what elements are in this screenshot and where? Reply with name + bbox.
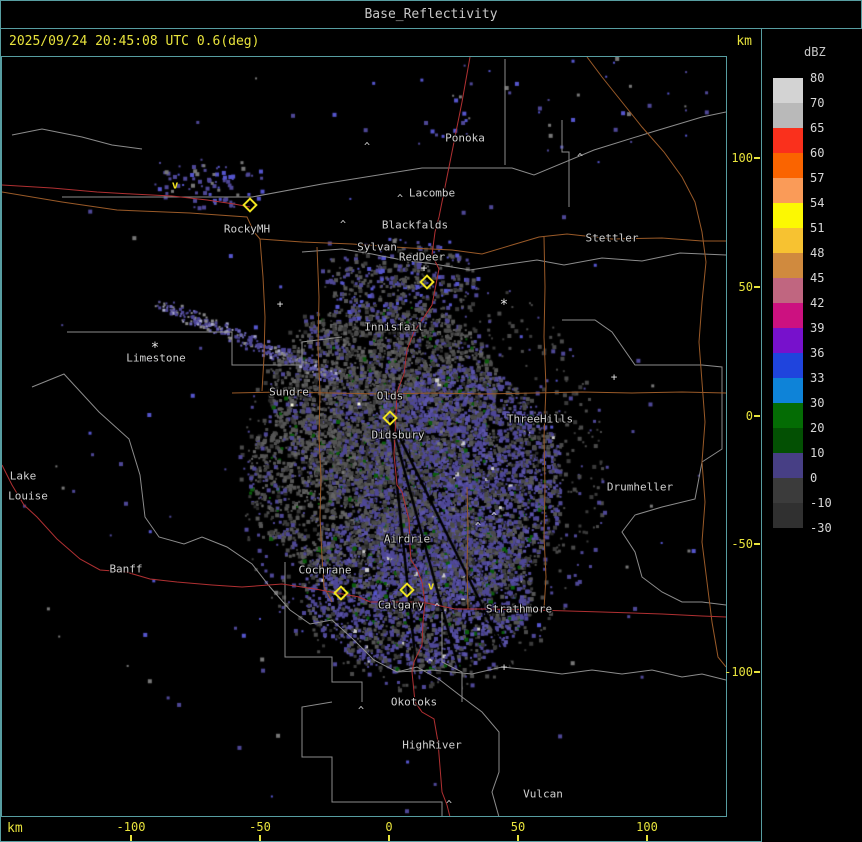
scan-timestamp: 2025/09/24 20:45:08 UTC 0.6(deg) [9, 34, 259, 49]
colorbar-tick-label: 60 [810, 146, 824, 160]
colorbar-tick-label: 20 [810, 421, 824, 435]
colorbar-tick-label: 0 [810, 471, 817, 485]
city-label-reddeer: RedDeer [399, 251, 445, 264]
radar-app-window: Base_Reflectivity 2025/09/24 20:45:08 UT… [0, 0, 862, 842]
city-label-innisfail: Innisfail [364, 321, 424, 334]
city-label-layer: Ponoka Lacombe Blackfalds SylvanRedDeer Stet… [2, 57, 726, 816]
city-label-lacombe: Lacombe [409, 187, 455, 200]
colorbar-tick-label: -10 [810, 496, 832, 510]
colorbar-tick-label: 51 [810, 221, 824, 235]
city-label-threehills: ThreeHills [507, 413, 573, 426]
colorbar-block [773, 153, 803, 178]
colorbar-block [773, 353, 803, 378]
city-label-calgary: Calgary [378, 599, 424, 612]
city-label-limestone: Limestone [126, 352, 186, 365]
city-label-blackfalds: Blackfalds [382, 219, 448, 232]
colorbar-tick-label: 45 [810, 271, 824, 285]
city-label-didsbury: Didsbury [372, 429, 425, 442]
title-bar: Base_Reflectivity [1, 1, 861, 29]
colorbar-block [773, 378, 803, 403]
bottom-axis-tick-label: -50 [249, 820, 271, 834]
colorbar-tick-label: 30 [810, 396, 824, 410]
colorbar-tick-label: 10 [810, 446, 824, 460]
right-axis-tick [754, 671, 760, 673]
city-label-rockymh: RockyMH [224, 223, 270, 236]
colorbar-block [773, 78, 803, 103]
colorbar-block [773, 403, 803, 428]
city-label-sylvan: Sylvan [357, 241, 397, 254]
colorbar-tick-label: 65 [810, 121, 824, 135]
right-axis-tick-label: 100 [731, 151, 753, 165]
bottom-axis-unit: km [7, 821, 23, 836]
colorbar-tick-label: 57 [810, 171, 824, 185]
colorbar-tick-label: 42 [810, 296, 824, 310]
window-title: Base_Reflectivity [364, 7, 497, 22]
bottom-axis-tick [259, 835, 261, 841]
right-axis-tick [754, 543, 760, 545]
colorbar-block [773, 503, 803, 528]
bottom-axis-tick-label: 0 [385, 820, 392, 834]
right-axis-unit-label: km [736, 34, 752, 49]
bottom-axis-tick [517, 835, 519, 841]
colorbar-block [773, 253, 803, 278]
colorbar-tick-label: 80 [810, 71, 824, 85]
city-label-drumheller: Drumheller [607, 481, 673, 494]
colorbar-panel: dBZ 80 70 65 60 57 54 51 48 45 42 39 36 33 30 20 10 0 -10… [761, 29, 862, 842]
city-label-airdrie: Airdrie [384, 533, 430, 546]
city-label-vulcan: Vulcan [523, 788, 563, 801]
header-row: 2025/09/24 20:45:08 UTC 0.6(deg) km [1, 29, 760, 55]
colorbar-block [773, 428, 803, 453]
city-label-lake: Lake [10, 470, 37, 483]
colorbar-block [773, 328, 803, 353]
city-label-strathmore: Strathmore [486, 603, 552, 616]
city-label-okotoks: Okotoks [391, 696, 437, 709]
colorbar-block [773, 128, 803, 153]
city-label-cochrane: Cochrane [299, 564, 352, 577]
bottom-axis-tick-label: 50 [511, 820, 525, 834]
colorbar-tick-label: 48 [810, 246, 824, 260]
colorbar-tick-label: 36 [810, 346, 824, 360]
city-label-banff: Banff [109, 563, 142, 576]
city-label-louise: Louise [8, 490, 48, 503]
right-axis-tick-label: 0 [746, 409, 753, 423]
colorbar-block [773, 478, 803, 503]
bottom-axis-tick-label: -100 [117, 820, 146, 834]
bottom-axis-tick [646, 835, 648, 841]
bottom-axis-tick [388, 835, 390, 841]
city-label-highriver: HighRiver [402, 739, 462, 752]
colorbar-block [773, 453, 803, 478]
right-axis-tick [754, 286, 760, 288]
colorbar-block [773, 278, 803, 303]
city-label-olds: Olds [377, 390, 404, 403]
colorbar-block [773, 103, 803, 128]
colorbar-tick-label: 39 [810, 321, 824, 335]
colorbar-tick-label: 33 [810, 371, 824, 385]
city-label-ponoka: Ponoka [445, 132, 485, 145]
colorbar-tick-label: -30 [810, 521, 832, 535]
radar-map: vv**++++^^^^^^^^^ PonokaLacombeBlackfald… [1, 56, 727, 817]
colorbar-block [773, 178, 803, 203]
bottom-axis-tick-label: 100 [636, 820, 658, 834]
colorbar-tick-label: 70 [810, 96, 824, 110]
colorbar-block [773, 303, 803, 328]
right-axis-tick [754, 157, 760, 159]
city-label-sundre: Sundre [269, 386, 309, 399]
colorbar-block [773, 203, 803, 228]
right-axis-tick [754, 415, 760, 417]
right-axis: 100500-50-100 [728, 56, 761, 817]
colorbar-block [773, 228, 803, 253]
bottom-axis: km -100 -50 0 50 100 [1, 818, 760, 842]
bottom-axis-tick [130, 835, 132, 841]
right-axis-tick-label: -100 [724, 665, 753, 679]
right-axis-tick-label: -50 [731, 537, 753, 551]
colorbar-unit: dBZ [804, 45, 826, 59]
city-label-stettler: Stettler [586, 232, 639, 245]
colorbar-tick-label: 54 [810, 196, 824, 210]
right-axis-tick-label: 50 [739, 280, 753, 294]
